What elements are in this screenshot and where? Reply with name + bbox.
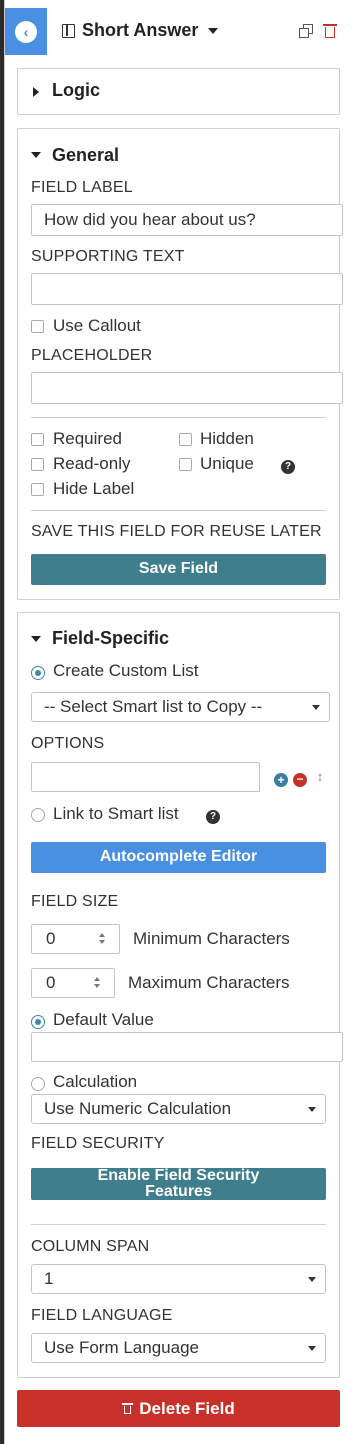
options-input[interactable]: [31, 762, 260, 792]
save-field-heading: SAVE THIS FIELD FOR REUSE LATER: [31, 523, 322, 540]
read-only-checkbox[interactable]: [31, 458, 44, 471]
divider: [31, 417, 326, 418]
hidden-label: Hidden: [200, 429, 254, 448]
placeholder-input[interactable]: [31, 372, 343, 404]
column-span-select[interactable]: 1: [31, 1264, 326, 1294]
calculation-select-value: Use Numeric Calculation: [44, 1099, 232, 1118]
required-checkbox[interactable]: [31, 433, 44, 446]
use-callout-label: Use Callout: [53, 316, 141, 335]
field-type-icon: [62, 24, 75, 38]
link-smart-list-label: Link to Smart list: [53, 804, 179, 823]
default-value-label: Default Value: [53, 1010, 154, 1029]
trash-icon: [122, 1402, 134, 1415]
minimum-characters-label: Minimum Characters: [133, 929, 290, 948]
remove-option-icon[interactable]: −: [293, 773, 307, 787]
required-label: Required: [53, 429, 122, 448]
back-button[interactable]: ‹: [5, 8, 47, 55]
field-label-heading: FIELD LABEL: [31, 179, 133, 196]
logic-section[interactable]: Logic: [17, 68, 340, 115]
autocomplete-editor-button[interactable]: Autocomplete Editor: [31, 842, 326, 873]
caret-down-icon: [308, 1346, 316, 1351]
duplicate-icon[interactable]: [299, 24, 313, 38]
hide-label-checkbox[interactable]: [31, 483, 44, 496]
default-value-input[interactable]: [31, 1032, 343, 1062]
supporting-text-input[interactable]: [31, 273, 343, 305]
minimum-characters-value: 0: [46, 929, 56, 948]
sort-icon[interactable]: ↕: [316, 770, 324, 784]
smart-list-select[interactable]: -- Select Smart list to Copy --: [31, 692, 330, 722]
help-icon[interactable]: ?: [206, 810, 220, 824]
supporting-text-heading: SUPPORTING TEXT: [31, 248, 185, 265]
maximum-characters-input[interactable]: 0: [31, 968, 115, 998]
enable-field-security-button[interactable]: Enable Field Security Features: [31, 1168, 326, 1200]
field-label-input[interactable]: How did you hear about us?: [31, 204, 343, 236]
minimum-characters-input[interactable]: 0: [31, 924, 120, 954]
field-language-select[interactable]: Use Form Language: [31, 1333, 326, 1363]
caret-down-icon: [312, 705, 320, 710]
placeholder-heading: PLACEHOLDER: [31, 347, 153, 364]
default-value-radio[interactable]: [31, 1015, 45, 1029]
use-callout-checkbox[interactable]: [31, 320, 44, 333]
calculation-select[interactable]: Use Numeric Calculation: [31, 1094, 326, 1124]
field-language-heading: FIELD LANGUAGE: [31, 1307, 173, 1324]
field-type-title[interactable]: Short Answer: [82, 20, 198, 41]
caret-down-icon: [308, 1277, 316, 1282]
caret-right-icon: [33, 87, 39, 97]
field-settings-panel: ‹ Short Answer Logic General FIELD LABEL…: [4, 0, 352, 1444]
create-custom-list-label: Create Custom List: [53, 661, 199, 680]
delete-field-button[interactable]: Delete Field: [17, 1390, 340, 1427]
caret-down-icon[interactable]: [208, 28, 218, 34]
divider: [31, 510, 326, 511]
help-icon[interactable]: ?: [281, 460, 295, 474]
hide-label-label: Hide Label: [53, 479, 135, 498]
options-heading: OPTIONS: [31, 735, 105, 752]
add-option-icon[interactable]: +: [274, 773, 288, 787]
read-only-label: Read-only: [53, 454, 131, 473]
divider: [31, 1224, 326, 1225]
maximum-characters-value: 0: [46, 973, 56, 992]
field-specific-title[interactable]: Field-Specific: [52, 628, 169, 649]
column-span-select-value: 1: [44, 1269, 54, 1288]
hidden-checkbox[interactable]: [179, 433, 192, 446]
general-section: General FIELD LABEL How did you hear abo…: [17, 128, 343, 600]
field-language-select-value: Use Form Language: [44, 1338, 199, 1357]
calculation-label: Calculation: [53, 1072, 138, 1091]
smart-list-select-value: -- Select Smart list to Copy --: [44, 697, 263, 716]
link-smart-list-radio[interactable]: [31, 808, 45, 822]
caret-down-icon: [31, 636, 41, 642]
field-security-heading: FIELD SECURITY: [31, 1135, 165, 1152]
logic-title[interactable]: Logic: [52, 80, 100, 101]
column-span-heading: COLUMN SPAN: [31, 1238, 150, 1255]
maximum-characters-label: Maximum Characters: [128, 973, 290, 992]
general-title[interactable]: General: [52, 145, 119, 166]
trash-icon[interactable]: [323, 23, 337, 39]
unique-label: Unique: [200, 454, 254, 473]
chevron-left-icon: ‹: [15, 20, 37, 43]
calculation-radio[interactable]: [31, 1077, 45, 1091]
field-specific-section: Field-Specific Create Custom List -- Sel…: [17, 612, 343, 1378]
unique-checkbox[interactable]: [179, 458, 192, 471]
create-custom-list-radio[interactable]: [31, 666, 45, 680]
caret-down-icon: [308, 1107, 316, 1112]
spinner-icon[interactable]: [93, 976, 102, 990]
delete-field-label: Delete Field: [139, 1398, 235, 1418]
field-size-heading: FIELD SIZE: [31, 893, 119, 910]
spinner-icon[interactable]: [98, 932, 107, 946]
save-field-button[interactable]: Save Field: [31, 554, 326, 585]
caret-down-icon: [31, 152, 41, 158]
panel-header: ‹ Short Answer: [5, 8, 352, 55]
